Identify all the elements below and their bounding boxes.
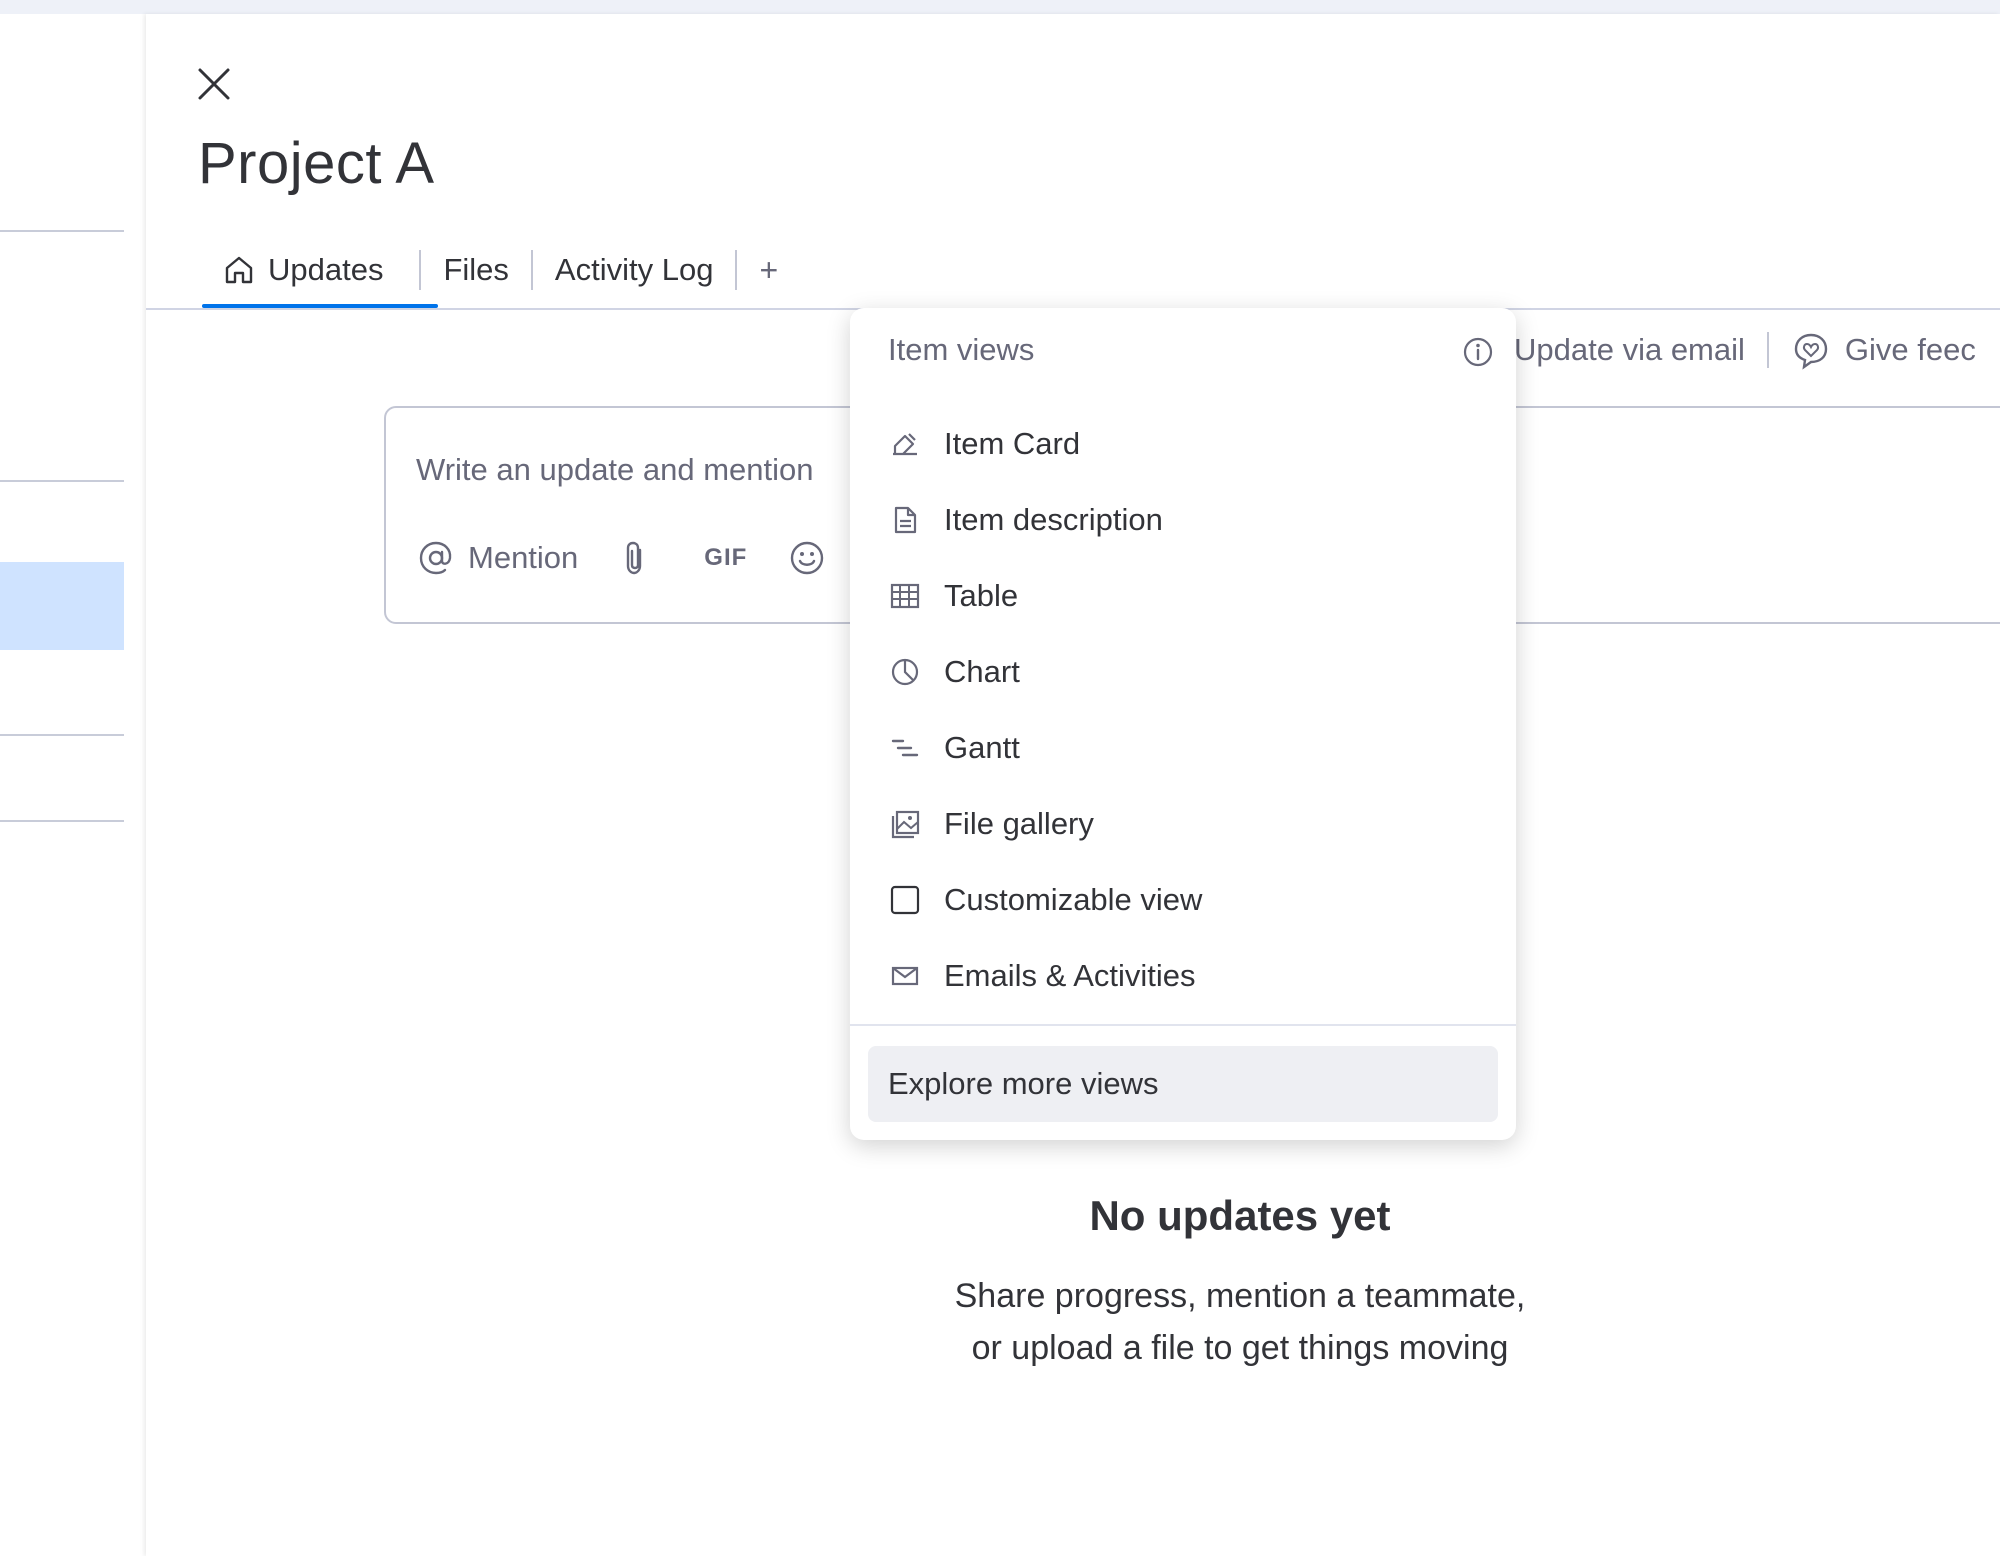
mail-icon: [891, 966, 919, 986]
menu-item-item-description[interactable]: Item description: [888, 482, 1488, 558]
smiley-icon: [791, 541, 824, 575]
gantt-icon: [891, 739, 919, 757]
menu-item-emails-activities[interactable]: Emails & Activities: [888, 938, 1488, 1014]
document-icon: [894, 506, 917, 534]
menu-item-label: Customizable view: [944, 882, 1203, 917]
tab-updates[interactable]: Updates: [202, 242, 419, 298]
item-views-dropdown: Item views Item Card Item description Ta…: [850, 308, 1516, 1140]
home-icon: [225, 256, 253, 284]
gif-button[interactable]: GIF: [704, 544, 747, 572]
board-row-divider: [0, 820, 124, 822]
board-row-divider: [0, 230, 124, 232]
info-icon[interactable]: [1462, 336, 1494, 368]
close-icon: [198, 68, 230, 100]
menu-item-label: Chart: [944, 654, 1020, 689]
feedback-icon: [1794, 333, 1828, 370]
board-row-divider: [0, 734, 124, 736]
emoji-button[interactable]: [787, 538, 839, 578]
board-row-divider: [0, 480, 124, 482]
menu-item-gantt[interactable]: Gantt: [888, 710, 1488, 786]
menu-item-item-card[interactable]: Item Card: [888, 406, 1488, 482]
empty-state-line-2: or upload a file to get things moving: [971, 1329, 1509, 1367]
gallery-icon: [891, 810, 920, 839]
menu-item-label: Item Card: [944, 426, 1081, 461]
panel-actions: Update via email Give feec: [1514, 330, 1976, 370]
dropdown-list: Item Card Item description Table Chart G…: [888, 406, 1488, 1014]
item-card-icon: [893, 433, 917, 456]
explore-more-views-button[interactable]: Explore more views: [868, 1046, 1498, 1122]
tab-bar: Updates Files Activity Log +: [202, 230, 800, 310]
close-button[interactable]: [194, 64, 234, 104]
menu-item-file-gallery[interactable]: File gallery: [888, 786, 1488, 862]
menu-item-customizable-view[interactable]: Customizable view: [888, 862, 1488, 938]
menu-item-label: Gantt: [944, 730, 1020, 765]
tab-files[interactable]: Files: [421, 242, 530, 298]
page-title: Project A: [198, 131, 435, 196]
tab-label: Files: [443, 252, 509, 287]
menu-item-label: File gallery: [944, 806, 1094, 841]
update-via-email-link[interactable]: Update via email: [1514, 332, 1745, 368]
attach-button[interactable]: [618, 538, 664, 578]
dropdown-divider: [850, 1024, 1516, 1026]
update-input[interactable]: Write an update and mention: [416, 452, 814, 488]
tab-activity-log[interactable]: Activity Log: [533, 242, 736, 298]
square-icon: [890, 885, 920, 915]
mention-label: Mention: [468, 540, 579, 575]
give-feedback-link[interactable]: Give feec: [1845, 332, 1976, 368]
table-icon: [890, 583, 920, 609]
empty-state-title: No updates yet: [1089, 1192, 1391, 1239]
composer-toolbar: Mention GIF: [416, 538, 879, 578]
paperclip-icon: [627, 541, 642, 575]
board-background: [0, 14, 146, 1556]
action-separator: [1766, 332, 1769, 368]
at-icon: [419, 541, 452, 575]
menu-item-chart[interactable]: Chart: [888, 634, 1488, 710]
active-tab-indicator: [202, 304, 438, 308]
mention-button[interactable]: Mention: [416, 538, 578, 578]
empty-state-line-1: Share progress, mention a teammate,: [954, 1277, 1526, 1315]
tab-label: Activity Log: [554, 252, 714, 287]
dropdown-header: Item views: [888, 332, 1035, 367]
tab-label: Updates: [268, 252, 384, 287]
menu-item-label: Table: [944, 578, 1019, 613]
menu-item-label: Item description: [944, 502, 1163, 537]
top-strip: [0, 0, 2000, 14]
add-view-button[interactable]: +: [737, 252, 800, 289]
menu-item-label: Emails & Activities: [944, 958, 1196, 993]
selected-board-row[interactable]: [0, 562, 124, 650]
menu-item-table[interactable]: Table: [888, 558, 1488, 634]
chart-icon: [891, 658, 919, 686]
